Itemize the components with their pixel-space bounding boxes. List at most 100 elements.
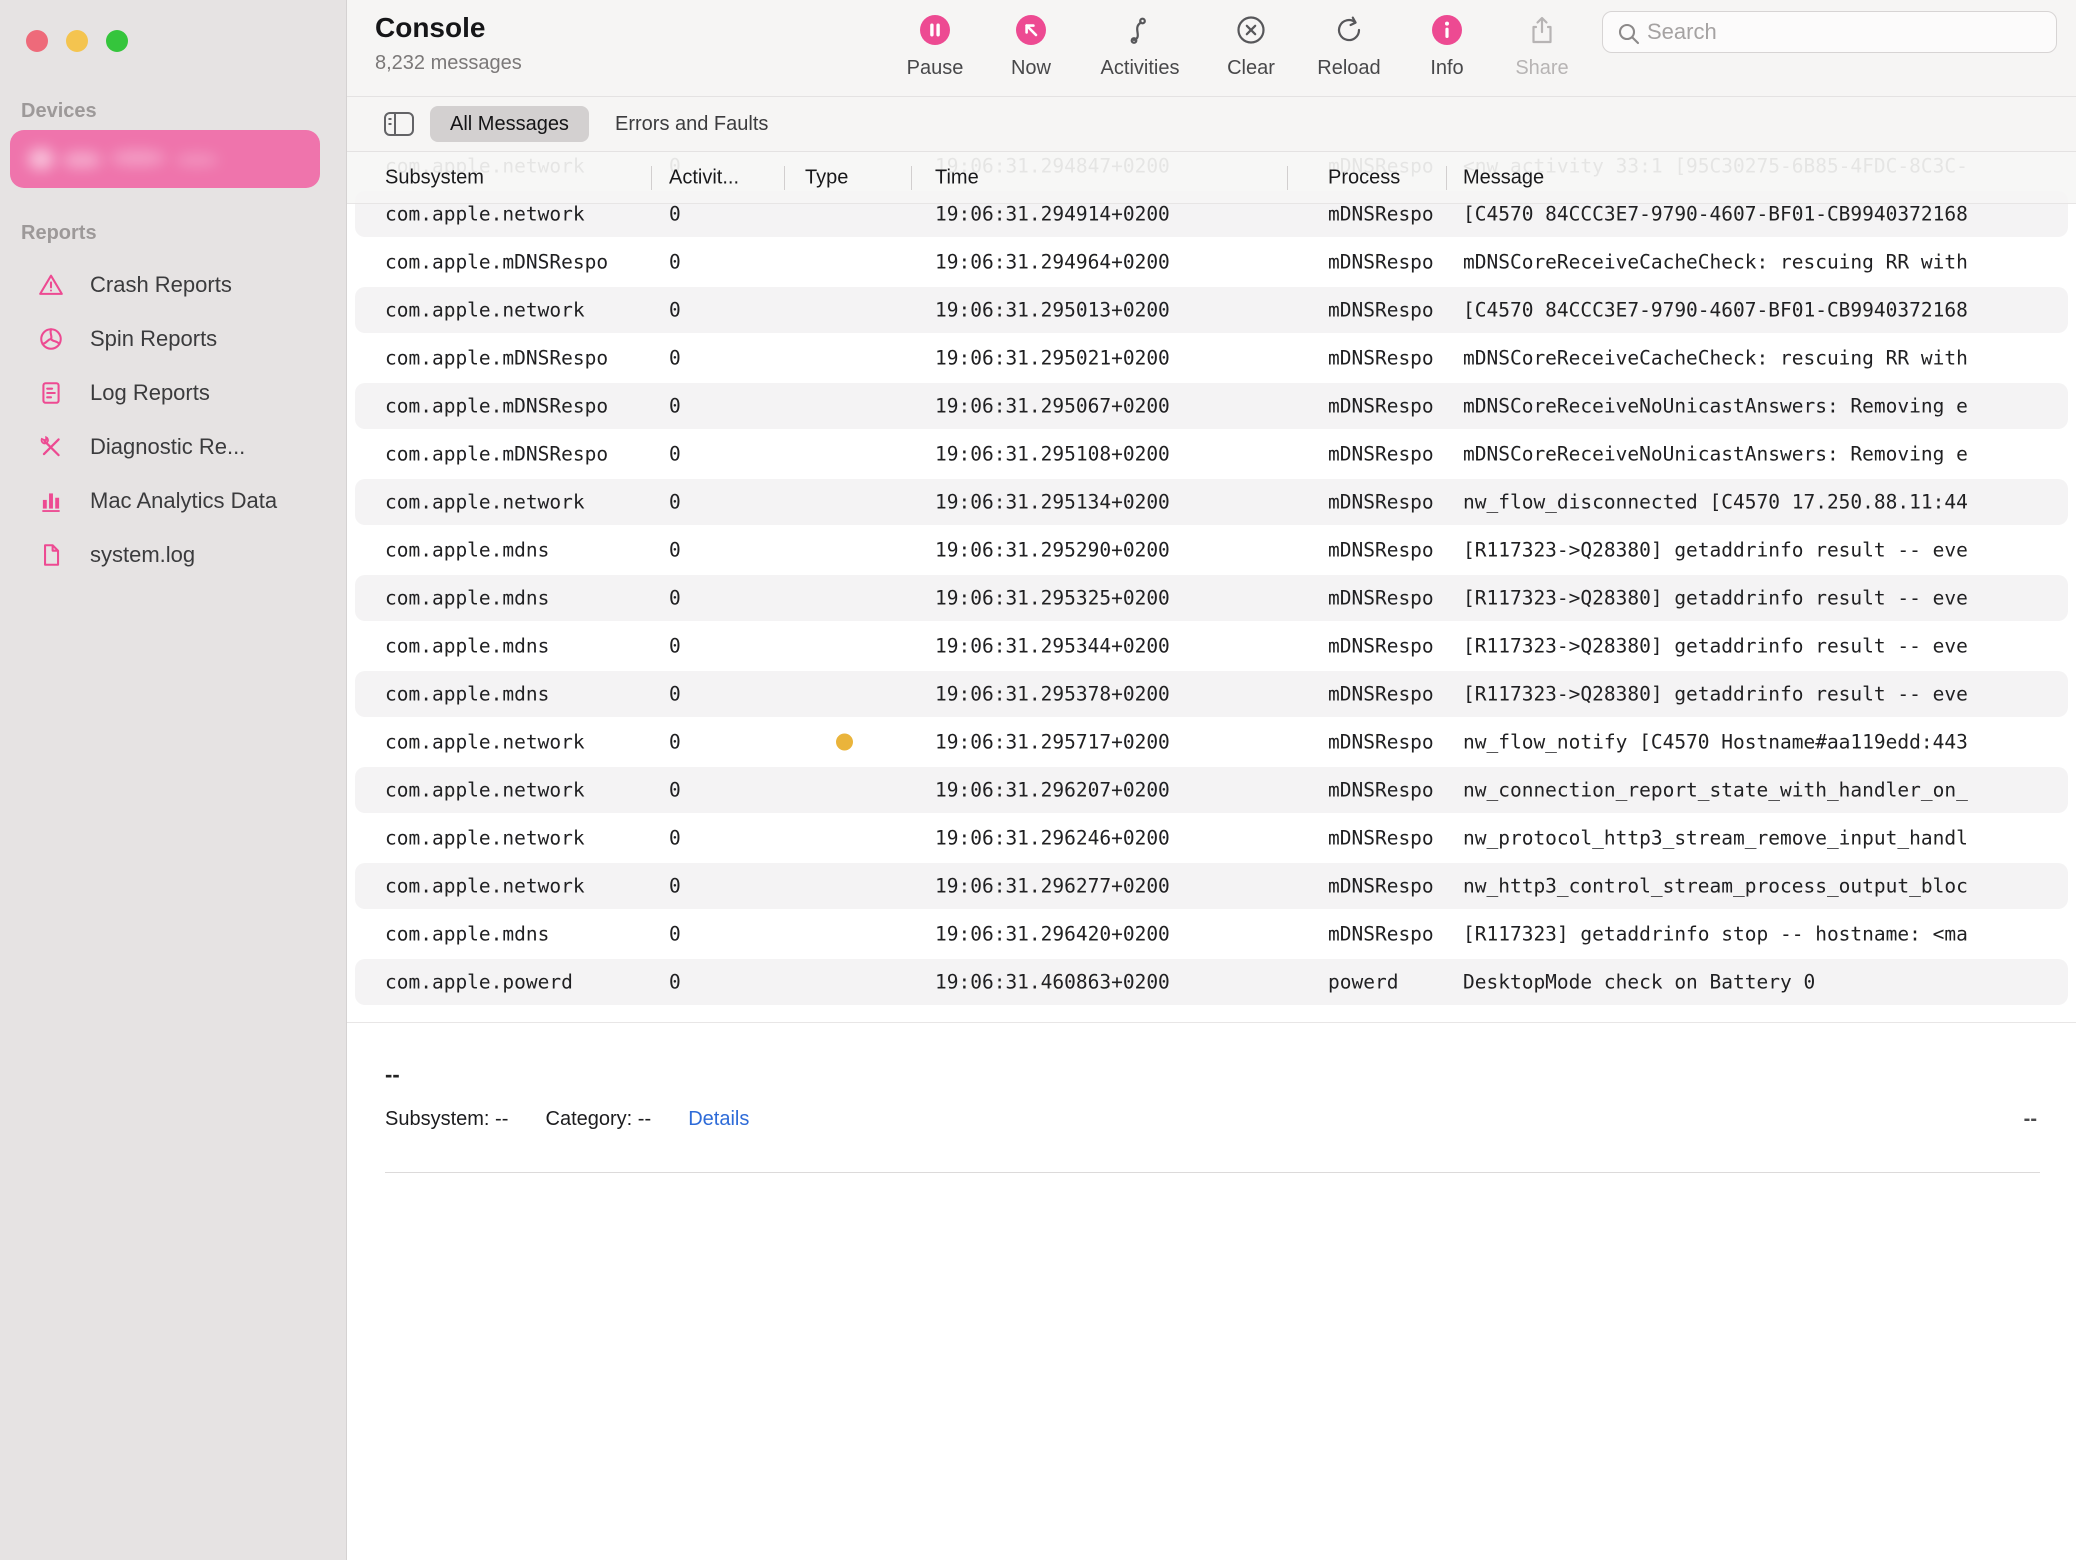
activities-button[interactable]: Activities — [1085, 14, 1195, 80]
cell-time: 19:06:31.295344+0200 — [935, 635, 1195, 658]
cell-time: 19:06:31.296246+0200 — [935, 827, 1195, 850]
detail-separator — [385, 1172, 2040, 1173]
cell-time: 19:06:31.295325+0200 — [935, 587, 1195, 610]
column-header-process[interactable]: Process — [1328, 166, 1400, 189]
cell-message: mDNSCoreReceiveNoUnicastAnswers: Removin… — [1463, 443, 2076, 466]
share-button[interactable]: Share — [1487, 14, 1597, 80]
reports-section-header: Reports — [21, 222, 97, 245]
table-row[interactable]: com.apple.network 0 19:06:31.296246+0200 mD… — [347, 814, 2076, 862]
pause-button[interactable]: Pause — [880, 14, 990, 80]
cell-activity: 0 — [669, 203, 729, 226]
table-row[interactable]: com.apple.mDNSRespo019:06:31.295067+0200… — [347, 382, 2076, 430]
table-row[interactable]: com.apple.network019:06:31.296207+0200mD… — [347, 766, 2076, 814]
cell-process: mDNSRespo — [1328, 827, 1435, 850]
cell-message: nw_flow_disconnected [C4570 17.250.88.11… — [1463, 491, 2076, 514]
pinwheel-icon — [38, 326, 64, 352]
cell-time: 19:06:31.295717+0200 — [935, 731, 1195, 754]
column-header-time[interactable]: Time — [935, 166, 979, 189]
detail-category-value: -- — [638, 1108, 651, 1130]
cell-subsystem: com.apple.mdns — [385, 683, 609, 706]
sidebar-toggle-icon[interactable] — [383, 110, 415, 138]
cell-time: 19:06:31.296277+0200 — [935, 875, 1195, 898]
cell-activity: 0 — [669, 539, 729, 562]
cell-subsystem: com.apple.network — [385, 875, 609, 898]
cell-message: [R117323] getaddrinfo stop -- hostname: … — [1463, 923, 2076, 946]
cell-message: nw_connection_report_state_with_handler_… — [1463, 779, 2076, 802]
cell-activity: 0 — [669, 587, 729, 610]
cell-process: mDNSRespo — [1328, 491, 1435, 514]
table-row[interactable]: com.apple.network019:06:31.295013+0200mD… — [347, 286, 2076, 334]
sidebar-item-mac-analytics-data[interactable]: Mac Analytics Data — [0, 474, 347, 528]
cell-message: [C4570 84CCC3E7-9790-4607-BF01-CB9940372… — [1463, 299, 2076, 322]
cell-process: mDNSRespo — [1328, 251, 1435, 274]
detail-meta-line: Subsystem: -- Category: -- Details — [385, 1108, 749, 1131]
cell-message: nw_http3_control_stream_process_output_b… — [1463, 875, 2076, 898]
cell-message: mDNSCoreReceiveNoUnicastAnswers: Removin… — [1463, 395, 2076, 418]
table-row[interactable]: com.apple.mdns019:06:31.295344+0200mDNSR… — [347, 622, 2076, 670]
arrow-up-left-icon — [1014, 14, 1048, 48]
cell-time: 19:06:31.294964+0200 — [935, 251, 1195, 274]
cell-subsystem: com.apple.network — [385, 731, 609, 754]
cell-activity: 0 — [669, 971, 729, 994]
column-header-subsystem[interactable]: Subsystem — [385, 166, 484, 189]
table-row[interactable]: com.apple.mDNSRespo019:06:31.295021+0200… — [347, 334, 2076, 382]
cell-process: mDNSRespo — [1328, 443, 1435, 466]
cell-activity: 0 — [669, 923, 729, 946]
table-row[interactable]: com.apple.mdns019:06:31.295325+0200mDNSR… — [347, 574, 2076, 622]
tab-errors-and-faults[interactable]: Errors and Faults — [615, 106, 768, 142]
table-row[interactable]: com.apple.mdns019:06:31.295290+0200mDNSR… — [347, 526, 2076, 574]
cell-subsystem: com.apple.network — [385, 827, 609, 850]
cell-process: mDNSRespo — [1328, 731, 1435, 754]
table-row[interactable]: com.apple.network019:06:31.296277+0200mD… — [347, 862, 2076, 910]
clear-circle-icon — [1234, 14, 1268, 48]
reload-button[interactable]: Reload — [1294, 14, 1404, 80]
cell-message: mDNSCoreReceiveCacheCheck: rescuing RR w… — [1463, 347, 2076, 370]
reload-icon — [1332, 14, 1366, 48]
table-row[interactable]: com.apple.mDNSRespo019:06:31.295108+0200… — [347, 430, 2076, 478]
clear-button[interactable]: Clear — [1196, 14, 1306, 80]
search-field[interactable] — [1602, 11, 2057, 53]
table-header: Subsystem Activit... Type Time Process M… — [347, 152, 2076, 204]
tab-all-messages[interactable]: All Messages — [430, 106, 589, 142]
table-row[interactable]: com.apple.mdns019:06:31.295378+0200mDNSR… — [347, 670, 2076, 718]
traffic-light-minimize-button[interactable] — [66, 30, 88, 52]
sidebar-item-spin-reports[interactable]: Spin Reports — [0, 312, 347, 366]
search-input[interactable] — [1647, 12, 2042, 52]
sidebar-item-crash-reports[interactable]: Crash Reports — [0, 258, 347, 312]
cell-process: mDNSRespo — [1328, 203, 1435, 226]
sidebar-item-device-selected[interactable] — [10, 130, 320, 188]
cell-message: [R117323->Q28380] getaddrinfo result -- … — [1463, 683, 2076, 706]
cell-activity: 0 — [669, 875, 729, 898]
tools-icon — [38, 434, 64, 460]
message-count: 8,232 messages — [375, 52, 522, 75]
now-button[interactable]: Now — [976, 14, 1086, 80]
table-row[interactable]: com.apple.mdns019:06:31.296420+0200mDNSR… — [347, 910, 2076, 958]
table-row[interactable]: com.apple.network019:06:31.295717+0200mD… — [347, 718, 2076, 766]
detail-title: -- — [385, 1062, 400, 1088]
cell-process: mDNSRespo — [1328, 779, 1435, 802]
column-header-type[interactable]: Type — [805, 166, 848, 189]
sidebar-item-log-reports[interactable]: Log Reports — [0, 366, 347, 420]
devices-section-header: Devices — [21, 100, 97, 123]
sidebar-item-diagnostic-reports[interactable]: Diagnostic Re... — [0, 420, 347, 474]
details-link[interactable]: Details — [688, 1108, 749, 1130]
cell-subsystem: com.apple.mDNSRespo — [385, 443, 609, 466]
table-row[interactable]: com.apple.powerd019:06:31.460863+0200pow… — [347, 958, 2076, 1006]
traffic-light-close-button[interactable] — [26, 30, 48, 52]
table-row[interactable]: com.apple.network019:06:31.295134+0200mD… — [347, 478, 2076, 526]
sidebar-item-system-log[interactable]: system.log — [0, 528, 347, 582]
column-header-activity[interactable]: Activit... — [669, 166, 739, 189]
detail-subsystem-value: -- — [495, 1108, 508, 1130]
cell-activity: 0 — [669, 395, 729, 418]
info-button[interactable]: Info — [1392, 14, 1502, 80]
cell-time: 19:06:31.294914+0200 — [935, 203, 1195, 226]
traffic-light-zoom-button[interactable] — [106, 30, 128, 52]
main-area: Console 8,232 messages Pause Now — [347, 0, 2076, 1560]
table-row[interactable]: com.apple.mDNSRespo019:06:31.294964+0200… — [347, 238, 2076, 286]
cell-activity: 0 — [669, 635, 729, 658]
cell-process: mDNSRespo — [1328, 587, 1435, 610]
cell-activity: 0 — [669, 827, 729, 850]
window-title: Console — [375, 12, 485, 44]
column-header-message[interactable]: Message — [1463, 166, 1544, 189]
cell-process: mDNSRespo — [1328, 299, 1435, 322]
